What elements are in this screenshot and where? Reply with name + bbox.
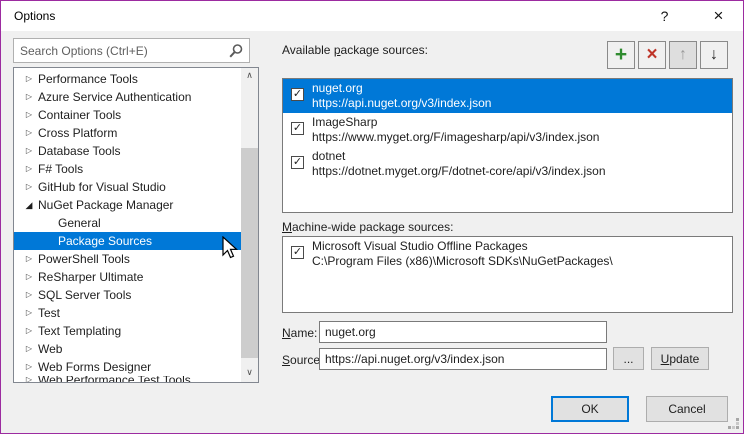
scroll-down-icon[interactable]: ∨ [241, 365, 258, 382]
resize-grip-icon[interactable] [727, 417, 740, 430]
sidebar-item-powershell-tools[interactable]: ▷PowerShell Tools [14, 250, 243, 268]
machine-source-row-vs-offline[interactable]: ✓ Microsoft Visual Studio Offline Packag… [283, 237, 732, 271]
chevron-right-icon: ▷ [23, 286, 35, 304]
check-icon: ✓ [292, 247, 303, 258]
chevron-right-icon: ▷ [23, 268, 35, 286]
sidebar-item-github-for-visual-studio[interactable]: ▷GitHub for Visual Studio [14, 178, 243, 196]
add-source-button[interactable]: + [607, 41, 635, 69]
available-sources-label: Available package sources: [282, 43, 428, 57]
window-title: Options [14, 9, 55, 23]
check-icon: ✓ [292, 89, 303, 100]
machine-source-path: C:\Program Files (x86)\Microsoft SDKs\Nu… [312, 254, 613, 269]
scroll-up-icon[interactable]: ∧ [241, 68, 258, 85]
checkbox-checked[interactable]: ✓ [291, 156, 304, 169]
options-dialog: Options ? × ▷Performance Tools ▷Azure Se… [0, 0, 744, 434]
package-source-row-nuget-org[interactable]: ✓ nuget.org https://api.nuget.org/v3/ind… [283, 79, 732, 113]
machine-wide-sources-list: ✓ Microsoft Visual Studio Offline Packag… [282, 236, 733, 313]
move-up-button[interactable]: ↑ [669, 41, 697, 69]
sidebar-item-web-forms-designer[interactable]: ▷Web Forms Designer [14, 358, 243, 376]
help-button[interactable]: ? [642, 1, 687, 31]
sidebar-item-resharper-ultimate[interactable]: ▷ReSharper Ultimate [14, 268, 243, 286]
chevron-right-icon: ▷ [23, 70, 35, 88]
chevron-right-icon: ▷ [23, 250, 35, 268]
arrow-down-icon: ↓ [710, 46, 718, 64]
chevron-right-icon: ▷ [23, 376, 35, 383]
sidebar-item-web[interactable]: ▷Web [14, 340, 243, 358]
package-source-url: https://api.nuget.org/v3/index.json [312, 96, 491, 111]
chevron-right-icon: ▷ [23, 106, 35, 124]
chevron-right-icon: ▷ [23, 358, 35, 376]
sidebar-item-web-performance-test-tools[interactable]: ▷Web Performance Test Tools [14, 376, 243, 383]
help-icon: ? [661, 8, 669, 24]
tree-rows: ▷Performance Tools ▷Azure Service Authen… [14, 70, 243, 383]
checkbox-checked[interactable]: ✓ [291, 122, 304, 135]
plus-icon: + [615, 45, 627, 65]
chevron-right-icon: ▷ [23, 124, 35, 142]
sidebar-item-text-templating[interactable]: ▷Text Templating [14, 322, 243, 340]
search-input[interactable] [14, 39, 249, 62]
checkbox-checked[interactable]: ✓ [291, 246, 304, 259]
check-icon: ✓ [292, 123, 303, 134]
tree-scrollbar[interactable]: ∧ ∨ [241, 68, 258, 382]
name-label: Name: [282, 326, 317, 340]
package-source-url: https://www.myget.org/F/imagesharp/api/v… [312, 130, 599, 145]
package-source-row-dotnet[interactable]: ✓ dotnet https://dotnet.myget.org/F/dotn… [283, 147, 732, 181]
chevron-right-icon: ▷ [23, 304, 35, 322]
ok-button[interactable]: OK [551, 396, 629, 422]
chevron-right-icon: ▷ [23, 322, 35, 340]
source-label: Source: [282, 353, 323, 367]
close-icon: × [714, 6, 724, 25]
x-icon: × [646, 45, 657, 65]
chevron-right-icon: ▷ [23, 160, 35, 178]
sidebar-item-sql-server-tools[interactable]: ▷SQL Server Tools [14, 286, 243, 304]
search-box [13, 38, 250, 63]
cancel-button[interactable]: Cancel [646, 396, 728, 422]
mouse-cursor-icon [222, 236, 244, 260]
browse-button[interactable]: ... [613, 347, 644, 370]
checkbox-checked[interactable]: ✓ [291, 88, 304, 101]
check-icon: ✓ [292, 157, 303, 168]
options-tree: ▷Performance Tools ▷Azure Service Authen… [13, 67, 259, 383]
machine-source-name: Microsoft Visual Studio Offline Packages [312, 239, 613, 254]
sidebar-item-azure-service-authentication[interactable]: ▷Azure Service Authentication [14, 88, 243, 106]
sidebar-item-container-tools[interactable]: ▷Container Tools [14, 106, 243, 124]
chevron-right-icon: ▷ [23, 178, 35, 196]
package-sources-list: ✓ nuget.org https://api.nuget.org/v3/ind… [282, 78, 733, 213]
source-field[interactable] [319, 348, 607, 370]
sidebar-item-general[interactable]: General [14, 214, 243, 232]
remove-source-button[interactable]: × [638, 41, 666, 69]
search-icon[interactable] [228, 43, 244, 59]
sidebar-item-test[interactable]: ▷Test [14, 304, 243, 322]
package-source-url: https://dotnet.myget.org/F/dotnet-core/a… [312, 164, 606, 179]
sidebar-item-nuget-package-manager[interactable]: ◢NuGet Package Manager [14, 196, 243, 214]
chevron-expanded-icon: ◢ [23, 196, 35, 214]
package-source-name: nuget.org [312, 81, 491, 96]
move-down-button[interactable]: ↓ [700, 41, 728, 69]
package-source-row-imagesharp[interactable]: ✓ ImageSharp https://www.myget.org/F/ima… [283, 113, 732, 147]
title-bar: Options ? × [1, 1, 743, 31]
arrow-up-icon: ↑ [679, 46, 687, 64]
package-source-name: dotnet [312, 149, 606, 164]
package-source-name: ImageSharp [312, 115, 599, 130]
sidebar-item-cross-platform[interactable]: ▷Cross Platform [14, 124, 243, 142]
machine-wide-sources-label: Machine-wide package sources: [282, 220, 453, 234]
sidebar-item-database-tools[interactable]: ▷Database Tools [14, 142, 243, 160]
chevron-right-icon: ▷ [23, 340, 35, 358]
sidebar-item-package-sources[interactable]: Package Sources [14, 232, 243, 250]
chevron-right-icon: ▷ [23, 88, 35, 106]
sidebar-item-fsharp-tools[interactable]: ▷F# Tools [14, 160, 243, 178]
update-button[interactable]: Update [651, 347, 709, 370]
name-field[interactable] [319, 321, 607, 343]
sidebar-item-performance-tools[interactable]: ▷Performance Tools [14, 70, 243, 88]
close-button[interactable]: × [696, 1, 741, 31]
chevron-right-icon: ▷ [23, 142, 35, 160]
